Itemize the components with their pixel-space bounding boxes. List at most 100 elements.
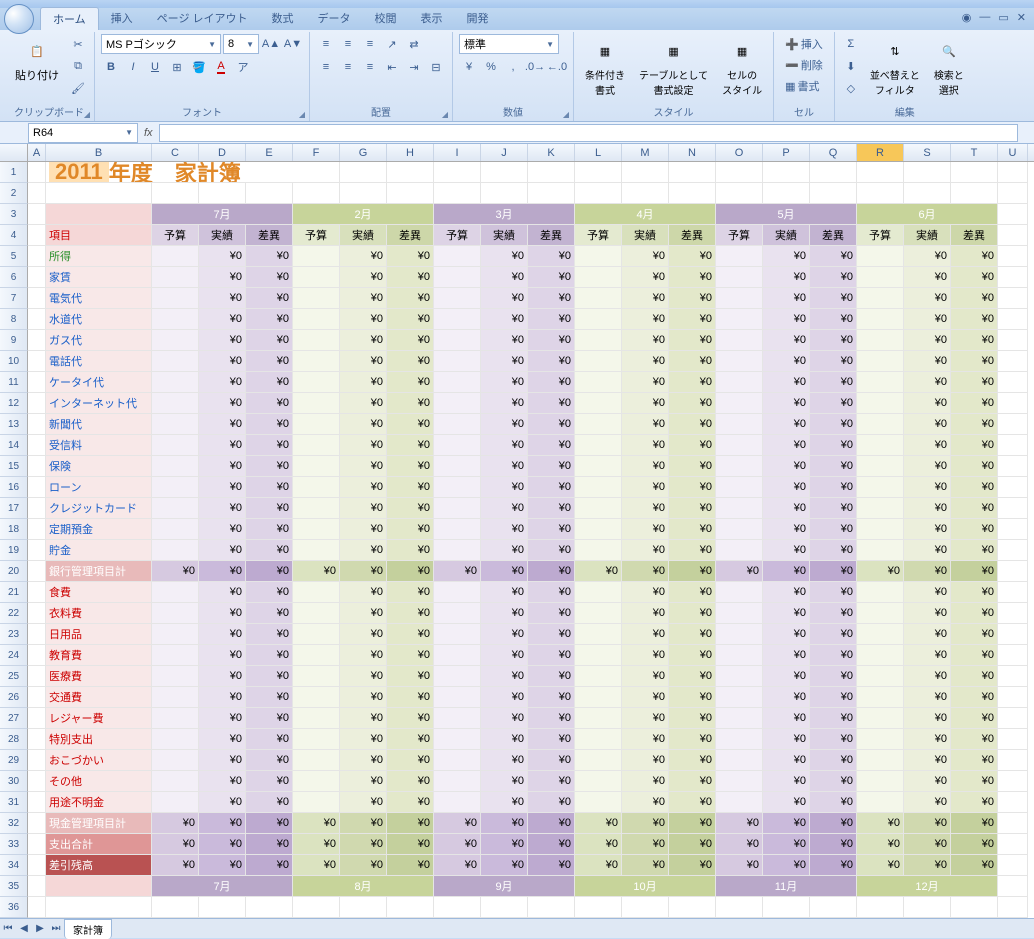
cell[interactable]: ¥0 (387, 624, 434, 645)
row-header[interactable]: 28 (0, 729, 28, 750)
cell[interactable] (293, 540, 340, 561)
cell[interactable]: 差異 (528, 225, 575, 246)
cell[interactable] (434, 183, 481, 204)
inc-decimal-button[interactable]: .0→ (525, 57, 545, 77)
cell[interactable] (152, 372, 199, 393)
row-header[interactable]: 19 (0, 540, 28, 561)
cell[interactable]: ¥0 (810, 792, 857, 813)
cell[interactable]: ¥0 (904, 540, 951, 561)
cell[interactable]: ¥0 (293, 813, 340, 834)
col-header[interactable]: L (575, 144, 622, 161)
cell[interactable]: ¥0 (669, 519, 716, 540)
col-header[interactable]: P (763, 144, 810, 161)
row-header[interactable]: 18 (0, 519, 28, 540)
cell[interactable] (28, 708, 46, 729)
cell[interactable]: 6月 (857, 204, 998, 225)
cell[interactable]: ¥0 (340, 267, 387, 288)
cell[interactable] (575, 708, 622, 729)
col-header[interactable]: H (387, 144, 434, 161)
cell[interactable] (293, 351, 340, 372)
cell[interactable]: ¥0 (199, 708, 246, 729)
cell[interactable] (998, 183, 1028, 204)
cond-format-button[interactable]: ▦条件付き 書式 (580, 34, 630, 100)
cell[interactable]: ¥0 (763, 645, 810, 666)
cell[interactable] (293, 687, 340, 708)
col-header[interactable]: J (481, 144, 528, 161)
cell[interactable]: ¥0 (434, 834, 481, 855)
cell[interactable] (293, 498, 340, 519)
cell[interactable] (434, 792, 481, 813)
cell[interactable]: ¥0 (246, 792, 293, 813)
cell[interactable] (998, 855, 1028, 876)
cell[interactable] (951, 183, 998, 204)
col-header[interactable]: A (28, 144, 46, 161)
cell[interactable]: ¥0 (857, 855, 904, 876)
cell[interactable]: ¥0 (387, 456, 434, 477)
cell[interactable]: ¥0 (528, 519, 575, 540)
cell[interactable]: ¥0 (810, 729, 857, 750)
cell[interactable]: ¥0 (622, 372, 669, 393)
cell[interactable]: ¥0 (763, 540, 810, 561)
copy-button[interactable]: ⧉ (68, 56, 88, 76)
cell[interactable]: ¥0 (951, 855, 998, 876)
cell[interactable]: ¥0 (387, 540, 434, 561)
row-header[interactable]: 6 (0, 267, 28, 288)
dec-decimal-button[interactable]: ←.0 (547, 57, 567, 77)
cell[interactable] (293, 624, 340, 645)
cell[interactable] (716, 519, 763, 540)
cell[interactable]: ¥0 (904, 477, 951, 498)
cell[interactable]: ¥0 (199, 561, 246, 582)
cell[interactable] (434, 372, 481, 393)
cell[interactable] (857, 666, 904, 687)
cell[interactable] (293, 414, 340, 435)
cell[interactable]: ¥0 (904, 645, 951, 666)
cell[interactable]: ¥0 (951, 351, 998, 372)
col-header[interactable]: T (951, 144, 998, 161)
cell[interactable]: ¥0 (810, 288, 857, 309)
cell[interactable]: ¥0 (528, 834, 575, 855)
cell[interactable]: ¥0 (434, 855, 481, 876)
cell[interactable]: 7月 (152, 204, 293, 225)
cell[interactable] (575, 624, 622, 645)
cell[interactable]: 予算 (293, 225, 340, 246)
cell[interactable]: 教育費 (46, 645, 152, 666)
cell[interactable]: ¥0 (528, 561, 575, 582)
cell[interactable]: ¥0 (669, 477, 716, 498)
cell[interactable] (28, 477, 46, 498)
cell[interactable] (152, 792, 199, 813)
cell[interactable]: ¥0 (904, 498, 951, 519)
cell[interactable]: ¥0 (763, 603, 810, 624)
cell[interactable] (575, 897, 622, 918)
ribbon-tab[interactable]: 挿入 (99, 7, 145, 30)
cell[interactable]: ¥0 (293, 561, 340, 582)
cell[interactable]: ¥0 (481, 456, 528, 477)
cell[interactable]: ¥0 (810, 540, 857, 561)
cell[interactable] (152, 309, 199, 330)
cell[interactable] (998, 330, 1028, 351)
cell[interactable] (857, 582, 904, 603)
cell[interactable]: ¥0 (904, 708, 951, 729)
row-header[interactable]: 23 (0, 624, 28, 645)
cell[interactable]: ¥0 (904, 519, 951, 540)
cell[interactable]: ¥0 (622, 666, 669, 687)
bold-button[interactable]: B (101, 57, 121, 77)
cell[interactable]: ¥0 (340, 708, 387, 729)
fill-color-button[interactable]: 🪣 (189, 57, 209, 77)
cell[interactable]: ¥0 (669, 834, 716, 855)
cell[interactable]: ¥0 (340, 834, 387, 855)
cell[interactable]: ¥0 (246, 519, 293, 540)
cell[interactable]: ¥0 (810, 603, 857, 624)
cell[interactable]: ¥0 (246, 708, 293, 729)
row-header[interactable]: 24 (0, 645, 28, 666)
cell[interactable]: ¥0 (528, 645, 575, 666)
cell[interactable]: ¥0 (481, 246, 528, 267)
formula-input[interactable] (159, 124, 1018, 142)
cell[interactable] (857, 414, 904, 435)
cell[interactable]: ¥0 (387, 372, 434, 393)
cell[interactable]: ¥0 (528, 372, 575, 393)
ribbon-tab[interactable]: 校閲 (363, 7, 409, 30)
cell[interactable]: 10月 (575, 876, 716, 897)
row-header[interactable]: 5 (0, 246, 28, 267)
cell[interactable] (716, 246, 763, 267)
cell[interactable]: ¥0 (951, 372, 998, 393)
